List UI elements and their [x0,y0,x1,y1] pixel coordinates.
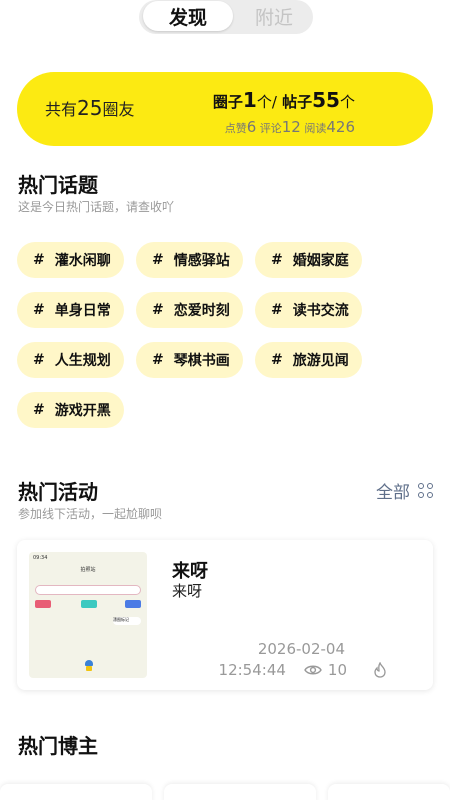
circles-label: 圈子 [212,93,243,111]
hot-activities-subtitle: 参加线下活动，一起尬聊呗 [18,507,163,521]
topic-label: 游戏开黑 [54,403,111,419]
likes-label: 点赞 [224,122,247,135]
engagement-stats: 点赞6 评论12 阅读426 [225,118,355,136]
mascot-icon [85,660,93,672]
hash-icon: # [33,252,45,268]
hash-icon: # [271,252,283,268]
topic-label: 琴棋书画 [173,353,230,369]
eye-icon [304,665,322,675]
blogger-card[interactable] [328,784,450,800]
hash-icon: # [33,352,45,368]
topic-tag[interactable]: # 单身日常 [17,292,124,328]
hash-icon: # [152,352,164,368]
tab-nearby[interactable]: 附近 [239,1,309,31]
topic-tag[interactable]: # 恋爱时刻 [136,292,243,328]
topic-tag[interactable]: # 旅游见闻 [255,342,362,378]
topic-tag[interactable]: # 游戏开黑 [17,392,124,428]
topic-label: 恋爱时刻 [173,303,230,319]
topic-label: 单身日常 [54,303,111,319]
posts-unit: 个 [339,93,355,111]
blogger-card[interactable] [164,784,316,800]
comments-label: 评论 [259,122,282,135]
posts-label: 帖子 [282,93,313,111]
members-count: 共有25圈友 [45,96,134,120]
likes-value: 6 [246,118,257,136]
views-count: 10 [327,661,347,679]
members-value: 25 [77,96,103,120]
activity-meta: 12:54:44 10 [219,661,387,679]
grid-circles-icon [418,482,434,499]
hot-activities-title: 热门活动 [18,480,98,504]
discover-page: 共有25圈友 圈子1个/ 帖子55个 点赞6 评论12 阅读426 热门话题 这… [0,54,450,800]
topic-tag[interactable]: # 婚姻家庭 [255,242,362,278]
circle-stats-card[interactable]: 共有25圈友 圈子1个/ 帖子55个 点赞6 评论12 阅读426 [17,72,433,146]
topic-tag[interactable]: # 读书交流 [255,292,362,328]
hash-icon: # [271,352,283,368]
topic-label: 人生规划 [54,353,111,369]
thumb-title: 拍照站 [80,567,96,573]
comments-value: 12 [281,118,301,136]
reads-label: 阅读 [304,122,327,135]
members-prefix: 共有 [45,100,78,119]
thumb-input [35,585,141,595]
posts-value: 55 [312,88,340,112]
circles-value: 1 [242,88,257,112]
thumb-button [125,600,141,608]
top-bar: 发现 附近 [0,0,450,54]
hash-icon: # [33,302,45,318]
hash-icon: # [33,402,45,418]
activity-description: 来呀 [172,582,203,600]
topic-label: 婚姻家庭 [292,253,349,269]
activity-thumbnail: 09:34 拍照站 漂图标记 [29,552,147,678]
thumb-chip: 漂图标记 [113,617,141,625]
blogger-card[interactable] [0,784,152,800]
circle-post-count: 圈子1个/ 帖子55个 [213,88,355,112]
thumb-button [81,600,97,608]
circles-unit: 个/ [256,93,277,111]
fire-icon [374,662,386,678]
thumb-status-time: 09:34 [33,555,48,561]
topic-label: 灌水闲聊 [54,253,111,269]
thumb-button [35,600,51,608]
reads-value: 426 [326,118,355,136]
discover-nearby-switch: 发现 附近 [139,0,313,34]
activity-card[interactable]: 09:34 拍照站 漂图标记 来呀 来呀 2026-02-04 12:54:44… [17,540,433,690]
hash-icon: # [152,302,164,318]
hot-topics-subtitle: 这是今日热门话题，请查收吖 [18,200,175,214]
topic-tag[interactable]: # 灌水闲聊 [17,242,124,278]
hot-topics-title: 热门话题 [18,173,98,197]
topic-label: 读书交流 [292,303,349,319]
all-activities-link[interactable]: 全部 [376,478,434,503]
members-unit: 圈友 [102,100,135,119]
topic-tag[interactable]: # 情感驿站 [136,242,243,278]
topic-label: 情感驿站 [173,253,230,269]
activity-date: 2026-02-04 [257,640,345,658]
hot-bloggers-title: 热门博主 [18,734,98,758]
topic-tag[interactable]: # 琴棋书画 [136,342,243,378]
all-label: 全部 [376,483,410,503]
tab-discover[interactable]: 发现 [143,1,233,31]
topic-tag[interactable]: # 人生规划 [17,342,124,378]
hash-icon: # [152,252,164,268]
hash-icon: # [271,302,283,318]
topic-label: 旅游见闻 [292,353,349,369]
activity-time: 12:54:44 [218,661,286,679]
